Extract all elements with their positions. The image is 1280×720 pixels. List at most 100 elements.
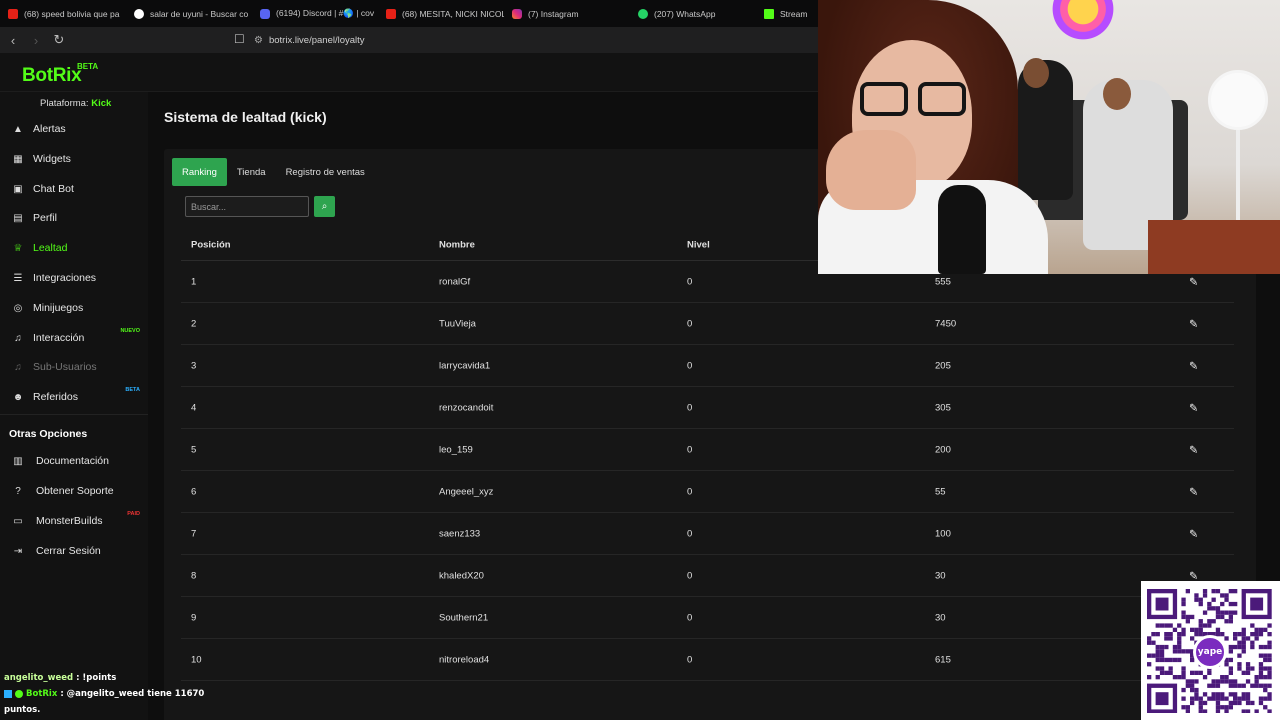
- qr-module: [1194, 696, 1199, 701]
- qr-module: [1168, 636, 1173, 641]
- qr-module: [1190, 636, 1195, 641]
- name-cell: khaledX20: [439, 570, 484, 581]
- qr-module: [1233, 679, 1238, 684]
- qr-module: [1215, 709, 1221, 713]
- sidebar-item-integraciones[interactable]: ☰ Integraciones: [0, 267, 148, 289]
- qr-module: [1215, 705, 1221, 710]
- edit-icon[interactable]: ✎: [1189, 317, 1198, 330]
- qr-module: [1237, 696, 1242, 701]
- robot-icon: ▣: [13, 183, 23, 195]
- qr-module: [1258, 632, 1264, 637]
- points-cell: 615: [935, 654, 951, 665]
- sidebar-item-label: Chat Bot: [33, 183, 74, 195]
- sidebar-item-lealtad[interactable]: ♕ Lealtad: [0, 237, 148, 259]
- qr-module: [1194, 679, 1199, 684]
- address-bar[interactable]: ⚙ botrix.live/panel/loyalty: [254, 30, 814, 50]
- qr-module: [1267, 692, 1272, 697]
- qr-module: [1263, 687, 1268, 693]
- sidebar-item-interacci-n[interactable]: ♫ Interacción NUEVO: [0, 327, 148, 349]
- qr-module: [1202, 593, 1208, 598]
- forward-icon[interactable]: ›: [26, 30, 46, 50]
- browser-tab[interactable]: (207) WhatsApp: [630, 0, 756, 27]
- microphone: [938, 185, 986, 274]
- qr-module: [1250, 632, 1255, 637]
- qr-module: [1245, 692, 1251, 697]
- edit-icon[interactable]: ✎: [1189, 485, 1198, 498]
- sidebar-item-obtener-soporte[interactable]: ? Obtener Soporte: [0, 480, 148, 502]
- search-input[interactable]: [185, 196, 309, 217]
- qr-module: [1181, 670, 1186, 675]
- rank-cell: 3: [191, 360, 197, 371]
- column-header-posicion[interactable]: Posición: [191, 239, 231, 250]
- qr-module: [1177, 657, 1182, 663]
- trophy-icon: ♕: [13, 242, 23, 254]
- sidebar-item-minijuegos[interactable]: ◎ Minijuegos: [0, 297, 148, 319]
- qr-module: [1224, 636, 1229, 641]
- qr-module: [1241, 636, 1246, 641]
- browser-tab[interactable]: (6194) Discord | #🌎 | cov: [252, 0, 378, 27]
- qr-module: [1224, 675, 1229, 680]
- qr-module: [1198, 696, 1203, 701]
- qr-module: [1254, 632, 1259, 637]
- sidebar-item-widgets[interactable]: ▦ Widgets: [0, 148, 148, 170]
- site-info-icon[interactable]: ⚙: [254, 35, 263, 46]
- qr-module: [1198, 619, 1203, 624]
- qr-module: [1215, 700, 1221, 706]
- browser-tab[interactable]: (68) MESITA, NICKI NICOL: [378, 0, 504, 27]
- qr-module: [1237, 653, 1242, 658]
- bookmark-icon[interactable]: ☐: [234, 32, 245, 46]
- edit-icon[interactable]: ✎: [1189, 401, 1198, 414]
- edit-icon[interactable]: ✎: [1189, 275, 1198, 288]
- name-cell: larrycavida1: [439, 360, 491, 371]
- qr-module: [1211, 692, 1216, 697]
- sidebar-item-referidos[interactable]: ☻ Referidos BETA: [0, 386, 148, 408]
- sidebar-item-alertas[interactable]: ▲ Alertas: [0, 118, 148, 140]
- sidebar-item-perfil[interactable]: ▤ Perfil: [0, 207, 148, 229]
- qr-module: [1258, 683, 1264, 688]
- qr-module: [1207, 601, 1212, 607]
- sidebar-item-label: Integraciones: [33, 272, 97, 284]
- qr-module: [1172, 649, 1178, 654]
- qr-module: [1168, 623, 1173, 628]
- edit-icon[interactable]: ✎: [1189, 443, 1198, 456]
- column-header-nivel[interactable]: Nivel: [687, 239, 710, 250]
- reload-icon[interactable]: ↻: [49, 30, 69, 50]
- tab-tienda[interactable]: Tienda: [227, 158, 276, 186]
- browser-tab[interactable]: salar de uyuni - Buscar co: [126, 0, 252, 27]
- column-header-nombre[interactable]: Nombre: [439, 239, 475, 250]
- qr-module: [1254, 627, 1259, 632]
- sidebar-item-sub-usuarios[interactable]: ♫ Sub-Usuarios: [0, 356, 148, 378]
- back-icon[interactable]: ‹: [3, 30, 23, 50]
- qr-module: [1220, 675, 1225, 680]
- sidebar-item-cerrar-sesi-n[interactable]: ⇥ Cerrar Sesión: [0, 540, 148, 562]
- browser-tab-title: salar de uyuni - Buscar co: [150, 8, 249, 19]
- qr-module: [1155, 649, 1160, 654]
- desktop-icon: ▭: [13, 515, 23, 527]
- qr-module: [1190, 683, 1195, 688]
- browser-tab[interactable]: (68) speed bolivia que pa: [0, 0, 126, 27]
- edit-icon[interactable]: ✎: [1189, 527, 1198, 540]
- browser-tab[interactable]: (7) Instagram: [504, 0, 630, 27]
- qr-module: [1215, 610, 1221, 615]
- qr-module: [1172, 675, 1178, 680]
- fan: [1208, 70, 1268, 130]
- table-row: 8 khaledX20 0 30 ✎: [181, 555, 1234, 597]
- botrix-logo[interactable]: BotRix: [22, 65, 82, 87]
- url-text: botrix.live/panel/loyalty: [268, 34, 365, 46]
- table-row: 9Southern21030✎: [181, 597, 1234, 639]
- tab-registro-de-ventas[interactable]: Registro de ventas: [276, 158, 375, 186]
- qr-module: [1211, 606, 1216, 611]
- discord-icon: [260, 8, 270, 19]
- qr-module: [1250, 640, 1255, 645]
- qr-module: [1263, 696, 1268, 701]
- rank-cell: 7: [191, 528, 197, 539]
- fan-stand: [1236, 130, 1240, 220]
- tab-ranking[interactable]: Ranking: [172, 158, 227, 186]
- verified-badge-icon: [15, 690, 23, 698]
- sidebar-item-documentaci-n[interactable]: ▥ Documentación: [0, 450, 148, 472]
- edit-icon[interactable]: ✎: [1189, 359, 1198, 372]
- qr-module: [1181, 601, 1186, 607]
- sidebar-item-chat-bot[interactable]: ▣ Chat Bot: [0, 178, 148, 200]
- search-button[interactable]: ⌕: [314, 196, 335, 217]
- sidebar-item-monsterbuilds[interactable]: ▭ MonsterBuilds PAID: [0, 510, 148, 532]
